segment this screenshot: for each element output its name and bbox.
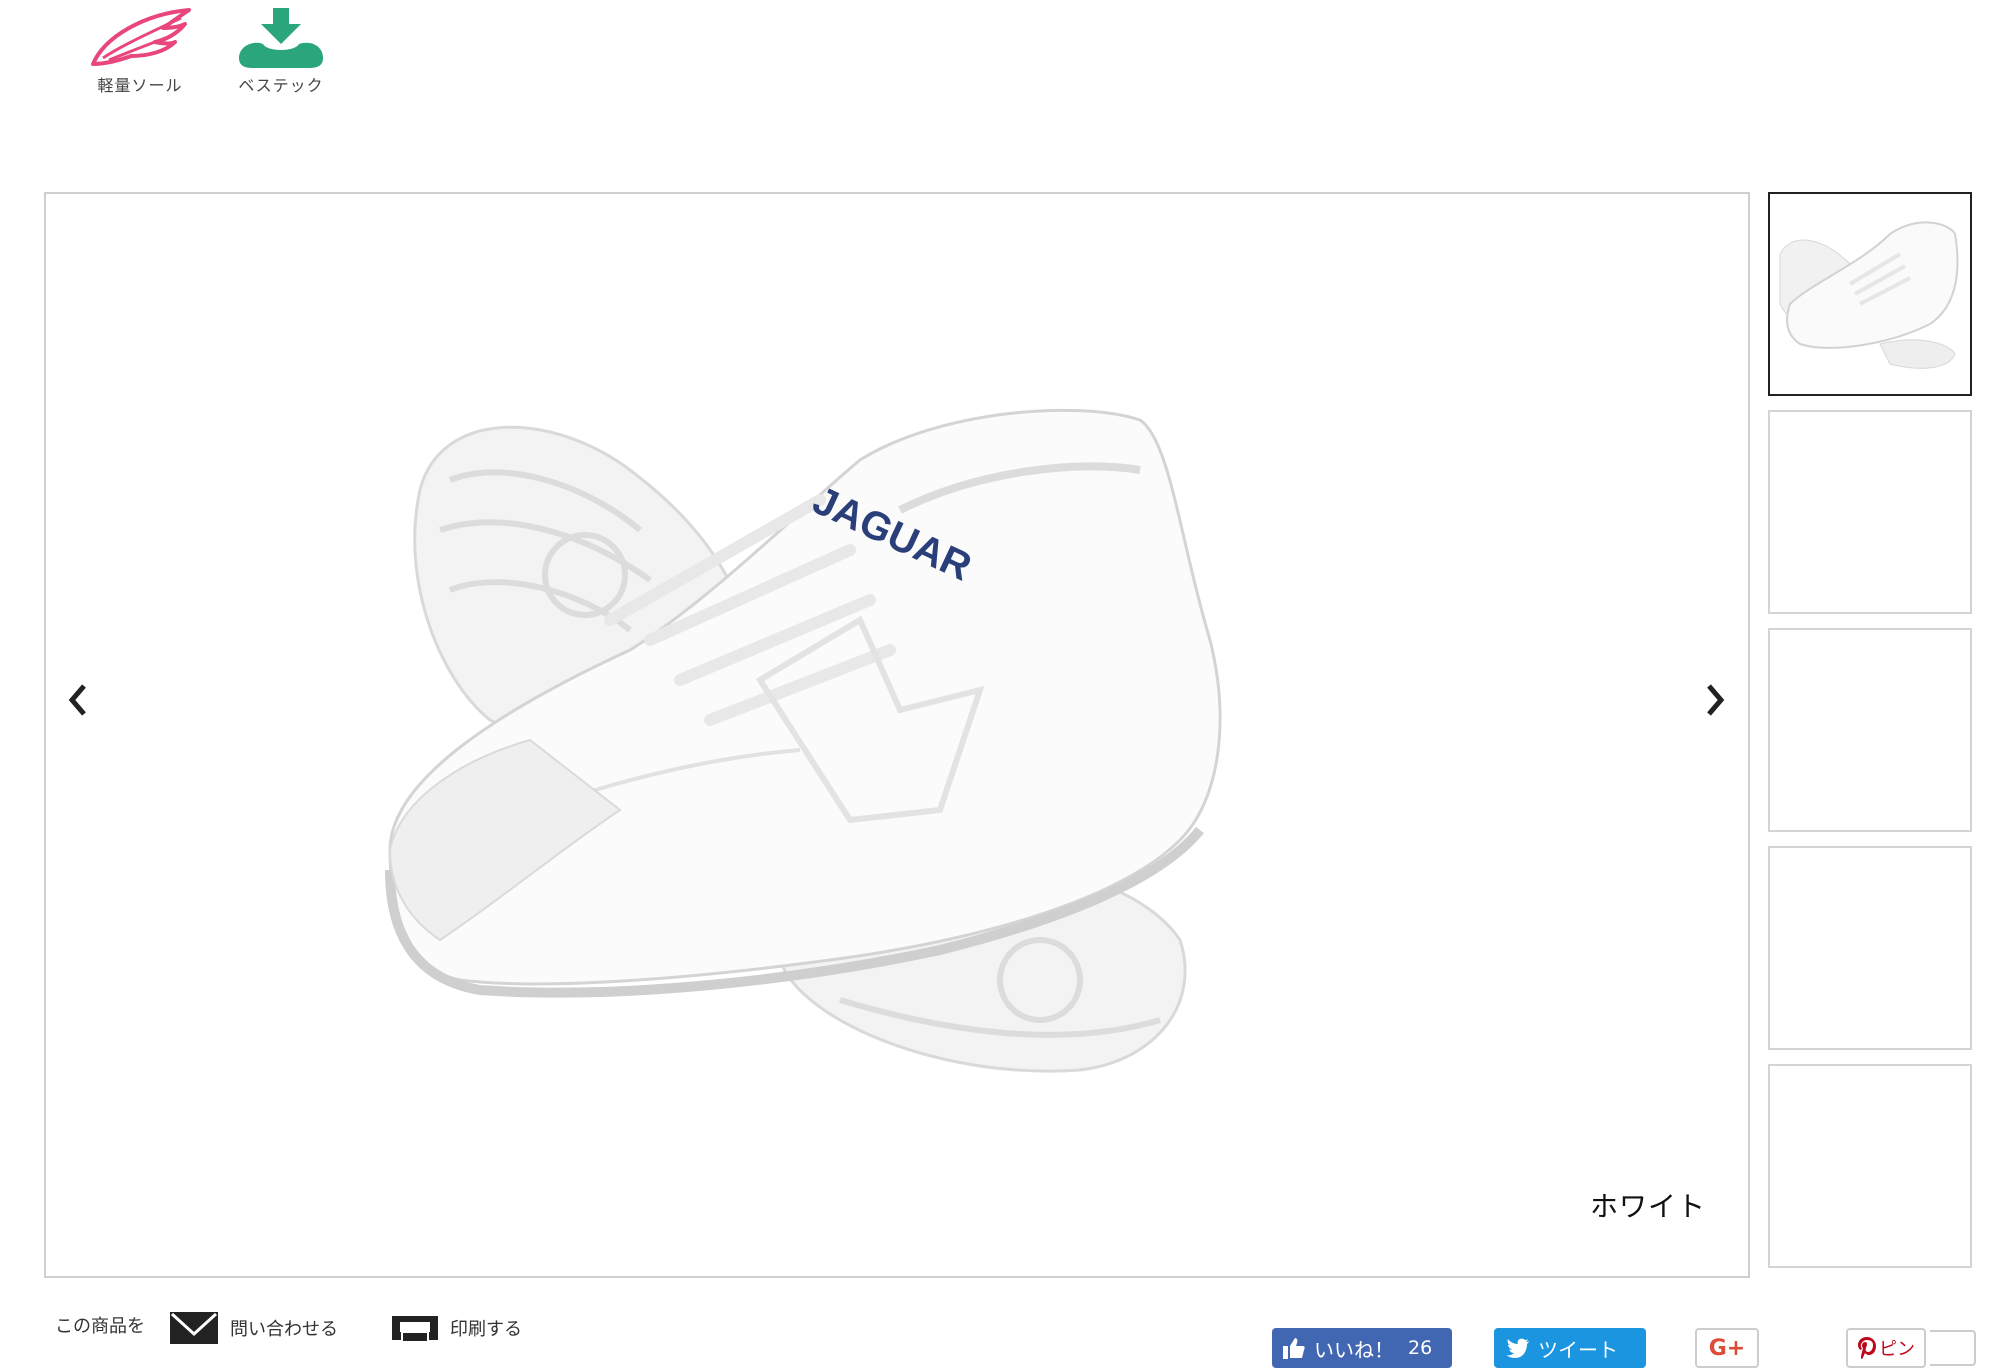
google-plus-button[interactable]: G+	[1695, 1328, 1759, 1368]
thumbs-up-icon	[1283, 1338, 1305, 1359]
pinterest-count-bubble	[1930, 1330, 1976, 1366]
product-page: 軽量ソール ベステック JAGUAR ホワイト この商品を 問い合わせる 印刷す…	[0, 0, 2010, 1372]
thumbnail-3[interactable]	[1768, 628, 1972, 832]
thumbnail-5[interactable]	[1768, 1064, 1972, 1268]
chevron-left-icon	[68, 684, 86, 716]
download-cloud-icon	[239, 8, 323, 68]
feature-lightweight-sole: 軽量ソール	[75, 6, 205, 96]
print-label: 印刷する	[450, 1319, 522, 1340]
wing-icon	[91, 8, 191, 66]
print-button[interactable]: 印刷する	[392, 1312, 522, 1344]
thumbnail-shoe-image	[1779, 221, 1959, 369]
previous-image-button[interactable]	[58, 670, 98, 730]
pinterest-pin-button[interactable]: ピン	[1846, 1328, 1926, 1368]
facebook-like-button[interactable]: いいね！ 26	[1272, 1328, 1452, 1368]
tweet-button[interactable]: ツイート	[1494, 1328, 1646, 1368]
thumbnail-4[interactable]	[1768, 846, 1972, 1050]
pinterest-label: ピン	[1879, 1339, 1915, 1360]
thumbnail-2[interactable]	[1768, 410, 1972, 614]
thumbnail-1[interactable]	[1768, 192, 1972, 396]
actions-label: この商品を	[55, 1316, 145, 1337]
color-caption: ホワイト	[1590, 1190, 1707, 1223]
facebook-like-label: いいね！	[1314, 1337, 1394, 1362]
twitter-bird-icon	[1506, 1338, 1529, 1358]
facebook-like-count: 26	[1408, 1337, 1433, 1359]
pinterest-icon	[1858, 1337, 1876, 1359]
tweet-label: ツイート	[1538, 1337, 1618, 1362]
mail-icon	[170, 1312, 218, 1344]
google-plus-label: G+	[1708, 1335, 1746, 1361]
printer-icon	[392, 1316, 438, 1343]
product-image: JAGUAR	[385, 408, 1222, 1073]
chevron-right-icon	[1707, 684, 1725, 716]
contact-button[interactable]: 問い合わせる	[170, 1312, 338, 1344]
feature-bestec: ベステック	[216, 6, 346, 96]
feature-label: ベステック	[238, 76, 324, 95]
feature-label: 軽量ソール	[97, 76, 183, 95]
next-image-button[interactable]	[1695, 670, 1735, 730]
contact-label: 問い合わせる	[230, 1319, 338, 1340]
